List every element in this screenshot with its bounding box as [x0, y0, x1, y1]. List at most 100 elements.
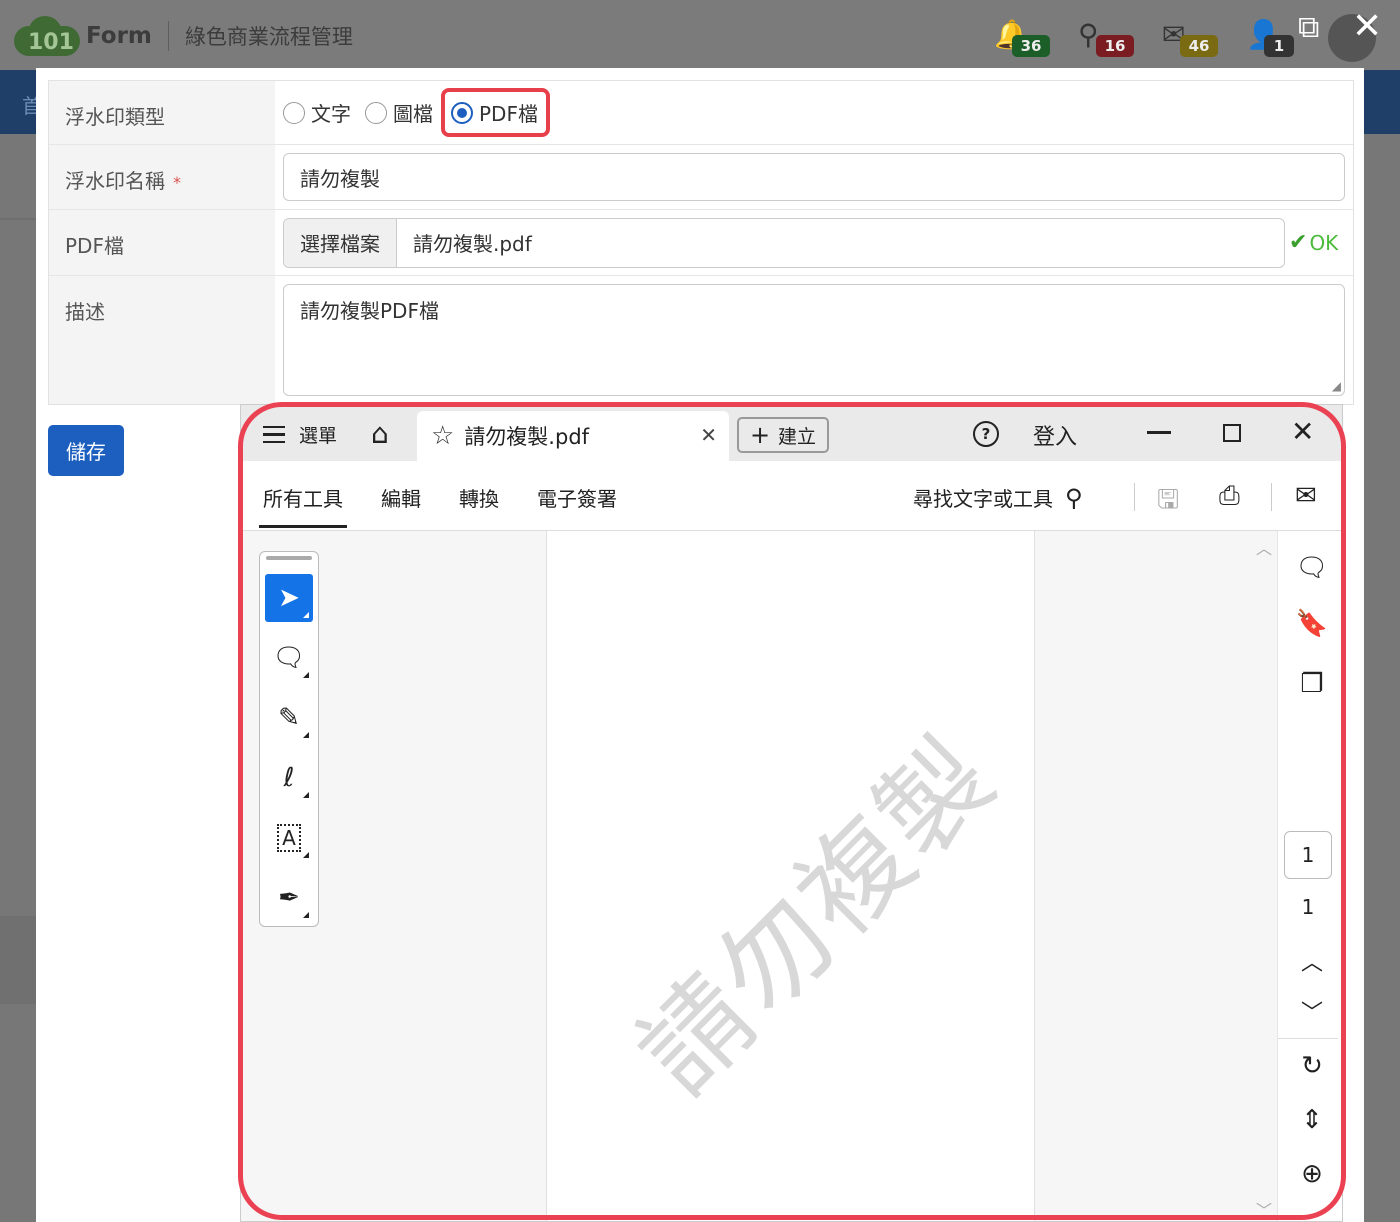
radio-image[interactable]: 圖檔: [365, 98, 433, 127]
watermark-name-label-text: 浮水印名稱: [65, 169, 165, 193]
notification-mail[interactable]: ✉ 46: [1162, 16, 1222, 60]
radio-text[interactable]: 文字: [283, 98, 351, 127]
right-rail: 🗨 🔖 ❐ 1 1 ︿ ﹀ ↻ ⇕ ⊕: [1277, 531, 1342, 1221]
home-icon[interactable]: ⌂: [371, 417, 389, 450]
tab-close-icon[interactable]: ✕: [700, 423, 717, 447]
tool-search[interactable]: 尋找文字或工具 ⚲: [913, 483, 1083, 512]
previous-page-icon[interactable]: ︿: [1294, 945, 1330, 977]
radio-pdf-dot[interactable]: [451, 101, 473, 124]
close-icon[interactable]: ✕: [1352, 6, 1382, 47]
app-subtitle: 綠色商業流程管理: [184, 25, 353, 49]
description-value: 請勿複製PDF檔 ◢: [275, 276, 1353, 404]
choose-file-button[interactable]: 選擇檔案: [284, 218, 397, 267]
quick-tools-panel: ➤ 🗨 ✎ ℓ A ✒: [259, 551, 319, 927]
bookmarks-icon[interactable]: 🔖: [1294, 609, 1330, 639]
page-total: 1: [1301, 895, 1315, 919]
text-box-tool[interactable]: A: [265, 814, 313, 862]
save-button[interactable]: 儲存: [48, 425, 124, 476]
mail-count-badge: 46: [1180, 35, 1218, 57]
text-box-icon: A: [277, 824, 301, 852]
star-icon[interactable]: ☆: [431, 421, 454, 451]
help-icon[interactable]: ?: [973, 421, 999, 447]
radio-pdf[interactable]: PDF檔: [451, 98, 538, 127]
pdf-page[interactable]: 請勿複製: [546, 531, 1035, 1221]
viewer-tool-tabs: 所有工具 編輯 轉換 電子簽署: [259, 483, 655, 528]
required-mark: *: [173, 173, 181, 192]
bg-divider: [0, 218, 36, 220]
row-watermark-type: 浮水印類型 文字 圖檔 PDF檔: [49, 81, 1353, 145]
tool-tab-edit[interactable]: 編輯: [381, 483, 421, 512]
bell-count-badge: 36: [1012, 35, 1050, 57]
tool-tab-esign[interactable]: 電子簽署: [537, 483, 617, 512]
radio-image-dot[interactable]: [365, 101, 387, 124]
tool-search-placeholder: 尋找文字或工具: [913, 487, 1053, 511]
bg-block: [0, 916, 36, 1004]
check-icon: ✔: [1289, 230, 1308, 255]
pen-sign-icon: ✒: [278, 883, 300, 913]
row-watermark-name: 浮水印名稱 * 請勿複製: [49, 145, 1353, 210]
rail-divider: [1278, 1038, 1338, 1039]
comment-tool[interactable]: 🗨: [265, 634, 313, 682]
viewer-toolbar: 所有工具 編輯 轉換 電子簽署 尋找文字或工具 ⚲ 🖫 ⎙ ✉: [241, 461, 1342, 531]
select-tool[interactable]: ➤: [265, 574, 313, 622]
description-label: 描述: [49, 276, 275, 404]
file-name-display: 請勿複製.pdf: [413, 232, 532, 256]
highlight-tool[interactable]: ✎: [265, 694, 313, 742]
notification-bell[interactable]: 🔔 36: [994, 16, 1054, 60]
notification-stamp[interactable]: ⚲ 16: [1078, 16, 1138, 60]
tool-tab-convert[interactable]: 轉換: [459, 483, 499, 512]
freehand-icon: ℓ: [283, 763, 295, 793]
zoom-in-icon[interactable]: ⊕: [1294, 1159, 1330, 1189]
document-tab[interactable]: ☆ 請勿複製.pdf ✕: [417, 411, 729, 461]
vertical-scrollbar[interactable]: ︿ ﹀: [1247, 531, 1277, 1221]
create-button[interactable]: + 建立: [737, 417, 829, 453]
comments-panel-icon[interactable]: 🗨: [1294, 553, 1330, 583]
drag-handle[interactable]: [266, 556, 312, 560]
logo-text: Form: [86, 23, 152, 49]
watermark-type-value: 文字 圖檔 PDF檔: [275, 81, 1353, 144]
email-icon[interactable]: ✉: [1295, 481, 1317, 511]
create-label: 建立: [778, 425, 817, 448]
app-header: 101 Form 綠色商業流程管理 🔔 36 ⚲ 16 ✉ 46 👤 1 ⧉ ✕: [0, 0, 1400, 70]
scroll-down-icon[interactable]: ﹀: [1256, 1197, 1272, 1221]
resize-grip-icon[interactable]: ◢: [1332, 379, 1341, 393]
search-icon[interactable]: ⚲: [1065, 484, 1083, 512]
watermark-text: 請勿複製: [615, 713, 1021, 1119]
pdf-file-value: 選擇檔案 請勿複製.pdf ✔ OK: [275, 210, 1353, 275]
sign-tool[interactable]: ✒: [265, 874, 313, 922]
watermark-form: 浮水印類型 文字 圖檔 PDF檔 浮水印名稱 * 請勿複製 PDF檔 選擇檔案 …: [48, 80, 1354, 405]
file-input[interactable]: 選擇檔案 請勿複製.pdf: [283, 217, 1285, 268]
description-textarea[interactable]: 請勿複製PDF檔 ◢: [283, 284, 1345, 396]
toolbar-divider-2: [1271, 483, 1272, 511]
maximize-icon[interactable]: [1223, 424, 1241, 442]
radio-image-label: 圖檔: [393, 102, 433, 126]
pages-icon[interactable]: ❐: [1294, 669, 1330, 699]
external-link-icon[interactable]: ⧉: [1298, 10, 1319, 45]
login-button[interactable]: 登入: [1033, 419, 1077, 451]
tool-tab-all-tools[interactable]: 所有工具: [259, 483, 347, 528]
viewer-menu-button[interactable]: 選單: [263, 421, 337, 448]
file-picker: 選擇檔案 請勿複製.pdf ✔ OK: [283, 217, 1345, 268]
hamburger-icon: [263, 425, 285, 444]
plus-icon: +: [749, 421, 771, 449]
document-canvas[interactable]: ➤ 🗨 ✎ ℓ A ✒ 請勿複製 ︿ ﹀: [241, 531, 1277, 1221]
next-page-icon[interactable]: ﹀: [1294, 995, 1330, 1027]
page-number-input[interactable]: 1: [1284, 831, 1332, 879]
scroll-up-icon[interactable]: ︿: [1256, 535, 1272, 559]
radio-pdf-label: PDF檔: [479, 102, 538, 126]
save-icon[interactable]: 🖫: [1157, 481, 1179, 525]
radio-text-dot[interactable]: [283, 101, 305, 124]
window-close-icon[interactable]: ✕: [1291, 415, 1314, 448]
watermark-name-input[interactable]: 請勿複製: [283, 153, 1345, 201]
description-text: 請勿複製PDF檔: [300, 299, 439, 323]
rotate-icon[interactable]: ↻: [1294, 1051, 1330, 1081]
minimize-icon[interactable]: [1147, 431, 1171, 434]
draw-tool[interactable]: ℓ: [265, 754, 313, 802]
notification-user[interactable]: 👤 1: [1246, 16, 1306, 60]
pdf-file-label: PDF檔: [49, 210, 275, 275]
watermark-type-label: 浮水印類型: [49, 81, 275, 144]
user-count-badge: 1: [1264, 35, 1294, 57]
app-logo[interactable]: 101 Form 綠色商業流程管理: [14, 14, 353, 58]
print-icon[interactable]: ⎙: [1219, 481, 1240, 512]
fit-page-icon[interactable]: ⇕: [1294, 1105, 1330, 1135]
